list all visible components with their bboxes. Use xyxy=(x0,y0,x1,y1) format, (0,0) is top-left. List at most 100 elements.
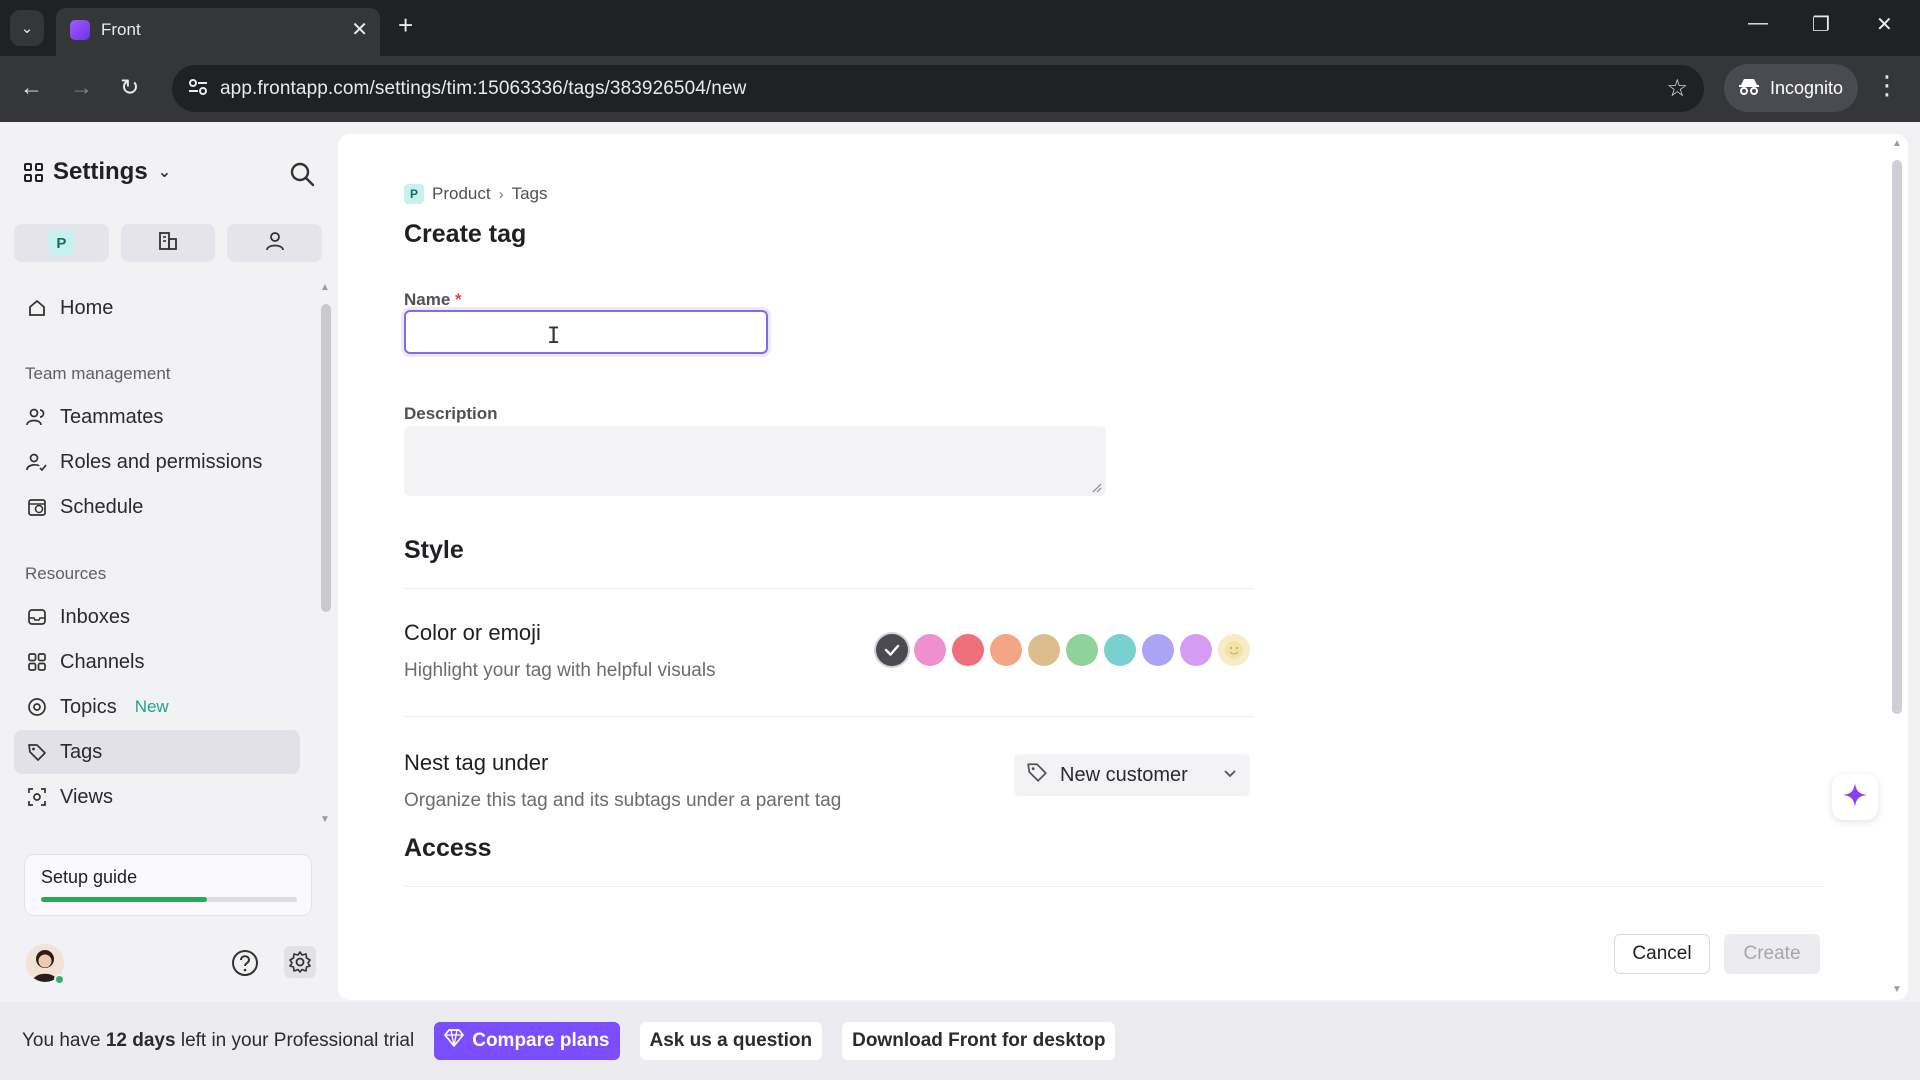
browser-menu-icon[interactable]: ⋮ xyxy=(1874,72,1900,98)
cancel-button[interactable]: Cancel xyxy=(1614,934,1710,974)
browser-tab-front[interactable]: Front ✕ xyxy=(56,8,380,56)
person-icon xyxy=(264,230,286,257)
settings-switcher[interactable]: Settings ⌄ xyxy=(24,158,171,186)
search-icon[interactable] xyxy=(288,160,316,188)
bookmark-star-icon[interactable]: ☆ xyxy=(1666,74,1688,103)
trial-text-after: left in your Professional trial xyxy=(175,1030,415,1051)
online-status-dot xyxy=(54,974,65,985)
sidebar-item-inboxes[interactable]: Inboxes xyxy=(14,595,300,639)
color-swatch[interactable] xyxy=(1104,634,1136,666)
divider xyxy=(404,716,1254,717)
main-scrollbar[interactable] xyxy=(1892,160,1902,714)
workspace-badge: P xyxy=(404,184,424,204)
color-swatch[interactable] xyxy=(1142,634,1174,666)
new-badge: New xyxy=(134,697,169,716)
create-tag-panel: P Product › Tags Create tag Name * I Des… xyxy=(338,134,1908,1000)
diamond-icon xyxy=(444,1029,465,1053)
emoji-picker-icon[interactable] xyxy=(1218,634,1250,666)
nest-tag-title: Nest tag under xyxy=(404,750,549,775)
chevron-down-icon xyxy=(1222,764,1238,787)
window-close-icon[interactable]: ✕ xyxy=(1876,12,1893,37)
trial-message: You have 12 days left in your Profession… xyxy=(22,1030,414,1052)
breadcrumb-product[interactable]: Product xyxy=(432,184,491,204)
sidebar-item-channels[interactable]: Channels xyxy=(14,640,300,684)
color-swatch-group xyxy=(876,634,1250,666)
incognito-badge[interactable]: Incognito xyxy=(1724,64,1858,112)
color-swatch[interactable] xyxy=(952,634,984,666)
tag-icon xyxy=(1026,761,1048,789)
sidebar-item-label: Topics xyxy=(60,695,117,718)
nest-tag-subtitle: Organize this tag and its subtags under … xyxy=(404,790,842,811)
parent-tag-value: New customer xyxy=(1060,763,1188,786)
browser-toolbar: ← → ↻ app.frontapp.com/settings/tim:1506… xyxy=(0,56,1920,122)
ask-question-button[interactable]: Ask us a question xyxy=(639,1022,823,1060)
sidebar-item-topics[interactable]: Topics New xyxy=(14,685,300,729)
parent-tag-select[interactable]: New customer xyxy=(1014,754,1250,796)
color-swatch-selected[interactable] xyxy=(876,634,908,666)
sidebar-item-label: Inboxes xyxy=(60,605,131,628)
browser-tab-bar: ⌄ Front ✕ + — ❐ ✕ xyxy=(0,0,1920,56)
required-mark: * xyxy=(455,290,462,309)
sidebar-item-tags[interactable]: Tags xyxy=(14,730,300,774)
restore-icon[interactable]: ❐ xyxy=(1812,12,1830,37)
tag-icon xyxy=(26,741,48,763)
compare-plans-button[interactable]: Compare plans xyxy=(434,1022,620,1060)
sidebar-scrollbar[interactable] xyxy=(321,304,331,612)
create-button[interactable]: Create xyxy=(1724,934,1820,974)
building-icon xyxy=(157,230,179,257)
description-label: Description xyxy=(404,404,498,423)
channels-grid-icon xyxy=(26,651,48,673)
name-input[interactable] xyxy=(404,310,768,354)
sidebar-item-teammates[interactable]: Teammates xyxy=(14,395,300,439)
color-or-emoji-title: Color or emoji xyxy=(404,620,541,645)
sidebar-item-label: Home xyxy=(60,296,114,319)
reload-icon[interactable]: ↻ xyxy=(120,74,139,101)
text-cursor-icon: I xyxy=(547,324,561,349)
sidebar-item-home[interactable]: Home xyxy=(14,286,300,330)
description-input[interactable] xyxy=(404,426,1106,496)
url-text: app.frontapp.com/settings/tim:15063336/t… xyxy=(220,78,747,99)
tab-search-button[interactable]: ⌄ xyxy=(10,10,44,46)
setup-guide-progress-fill xyxy=(41,897,208,902)
help-icon[interactable] xyxy=(230,948,260,978)
front-app: Settings ⌄ P ▲ ▼ Home Team management Te… xyxy=(0,122,1920,1080)
grid-icon xyxy=(24,162,43,182)
color-swatch[interactable] xyxy=(914,634,946,666)
divider xyxy=(404,588,1254,589)
gear-icon[interactable] xyxy=(284,946,316,978)
sidebar-item-roles[interactable]: Roles and permissions xyxy=(14,440,300,484)
scroll-down-arrow-icon[interactable]: ▼ xyxy=(320,814,330,825)
sidebar-item-label: Views xyxy=(60,785,113,808)
scroll-up-arrow-icon[interactable]: ▲ xyxy=(1892,138,1902,149)
download-desktop-button[interactable]: Download Front for desktop xyxy=(842,1022,1116,1060)
scroll-down-arrow-icon[interactable]: ▼ xyxy=(1892,984,1902,995)
scope-tab-workspace[interactable]: P xyxy=(14,224,109,262)
back-arrow-icon[interactable]: ← xyxy=(20,74,43,101)
workspace-badge: P xyxy=(48,230,75,256)
scope-tab-company[interactable] xyxy=(120,224,216,262)
minimize-icon[interactable]: — xyxy=(1748,12,1768,35)
chevron-down-icon: ⌄ xyxy=(157,164,172,181)
setup-guide-card[interactable]: Setup guide xyxy=(24,854,312,916)
ai-sparkle-button[interactable] xyxy=(1832,774,1878,820)
address-bar[interactable]: app.frontapp.com/settings/tim:15063336/t… xyxy=(172,65,1704,112)
color-swatch[interactable] xyxy=(1180,634,1212,666)
color-swatch[interactable] xyxy=(1066,634,1098,666)
sidebar-item-schedule[interactable]: Schedule xyxy=(14,485,300,529)
resize-handle-icon[interactable] xyxy=(1090,480,1102,493)
close-icon[interactable]: ✕ xyxy=(351,17,368,42)
forward-arrow-icon[interactable]: → xyxy=(70,74,93,101)
front-favicon-icon xyxy=(70,20,90,40)
color-swatch[interactable] xyxy=(1028,634,1060,666)
breadcrumb-tags[interactable]: Tags xyxy=(512,184,548,204)
scope-tab-personal[interactable] xyxy=(227,224,323,262)
sparkle-icon xyxy=(1842,782,1868,813)
team-management-heading: Team management xyxy=(25,364,171,383)
settings-title: Settings xyxy=(53,158,148,185)
scroll-up-arrow-icon[interactable]: ▲ xyxy=(320,282,330,293)
new-tab-plus-icon[interactable]: + xyxy=(398,12,413,38)
color-swatch[interactable] xyxy=(990,634,1022,666)
site-settings-icon[interactable] xyxy=(188,78,210,98)
sidebar-item-views[interactable]: Views xyxy=(14,775,300,819)
sidebar-item-label: Tags xyxy=(60,740,103,763)
